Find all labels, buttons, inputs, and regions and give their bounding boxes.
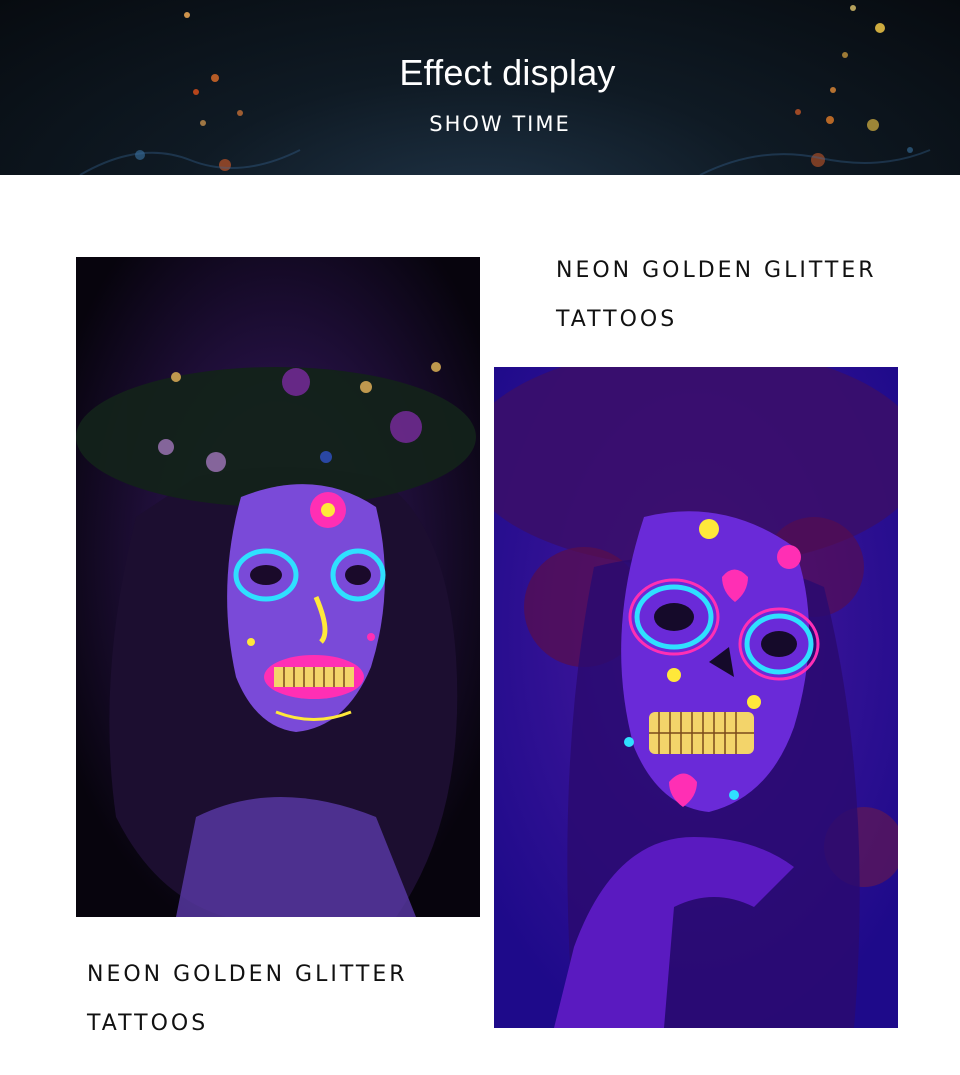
caption-bottom: NEON GOLDEN GLITTER TATTOOS bbox=[87, 950, 408, 1048]
caption-top-line2: TATTOOS bbox=[556, 307, 678, 332]
caption-top: NEON GOLDEN GLITTER TATTOOS bbox=[556, 246, 877, 344]
caption-top-line1: NEON GOLDEN GLITTER bbox=[556, 258, 877, 283]
left-model-photo bbox=[76, 257, 480, 917]
banner-title: Effect display bbox=[399, 52, 616, 93]
banner-subtitle: SHOW TIME bbox=[429, 112, 571, 136]
uv-sugar-skull-image bbox=[76, 257, 480, 917]
header-banner: Effect display SHOW TIME bbox=[0, 0, 960, 175]
caption-bottom-line2: TATTOOS bbox=[87, 1011, 209, 1036]
uv-sugar-skull-image-2 bbox=[494, 367, 898, 1028]
right-model-photo bbox=[494, 367, 898, 1028]
caption-bottom-line1: NEON GOLDEN GLITTER bbox=[87, 962, 408, 987]
